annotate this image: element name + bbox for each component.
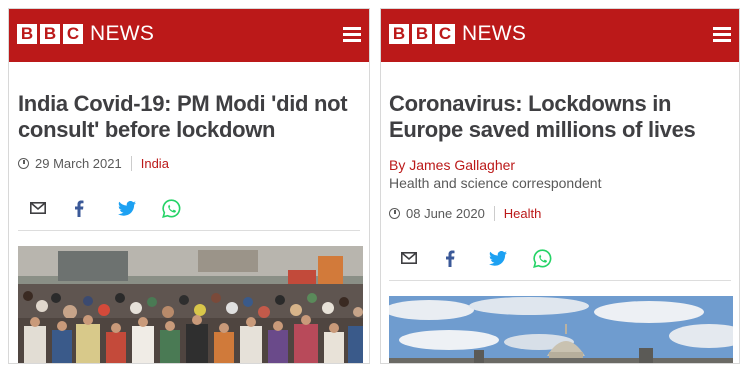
logo-news-text: NEWS <box>90 22 155 45</box>
whatsapp-icon[interactable] <box>533 248 577 268</box>
logo-letter-c: C <box>435 24 455 44</box>
article-headline: India Covid-19: PM Modi 'did not consult… <box>18 91 348 142</box>
article-meta: 29 March 2021 India <box>18 156 169 171</box>
bbc-news-header: B B C NEWS <box>381 9 739 62</box>
article-meta: 08 June 2020 Health <box>389 206 541 221</box>
logo-letter-c: C <box>63 24 83 44</box>
category-link[interactable]: India <box>141 156 169 171</box>
meta-divider <box>130 156 132 171</box>
logo-letter-b: B <box>412 24 432 44</box>
meta-divider <box>493 206 495 221</box>
twitter-icon[interactable] <box>489 248 533 268</box>
logo-letter-b: B <box>17 24 37 44</box>
article-photo <box>389 296 733 363</box>
article-date: 08 June 2020 <box>406 206 485 221</box>
left-article-card: B B C NEWS India Covid-19: PM Modi 'did … <box>8 8 370 364</box>
twitter-icon[interactable] <box>118 198 162 218</box>
category-link[interactable]: Health <box>504 206 542 221</box>
hamburger-menu-icon[interactable] <box>343 27 361 43</box>
logo-news-text: NEWS <box>462 22 527 45</box>
bbc-news-logo[interactable]: B B C NEWS <box>17 22 155 45</box>
article-headline: Coronavirus: Lockdowns in Europe saved m… <box>389 91 696 142</box>
hamburger-menu-icon[interactable] <box>713 27 731 43</box>
clock-icon <box>18 158 29 169</box>
facebook-icon[interactable] <box>74 198 118 218</box>
article-date: 29 March 2021 <box>35 156 122 171</box>
clock-icon <box>389 208 400 219</box>
share-tools <box>30 198 206 218</box>
email-icon[interactable] <box>401 248 445 268</box>
bbc-news-header: B B C NEWS <box>9 9 369 62</box>
author-byline[interactable]: By James Gallagher <box>389 157 515 173</box>
email-icon[interactable] <box>30 198 74 218</box>
divider <box>18 230 360 231</box>
logo-letter-b: B <box>389 24 409 44</box>
right-article-card: B B C NEWS Coronavirus: Lockdowns in Eur… <box>380 8 740 364</box>
author-role: Health and science correspondent <box>389 175 602 191</box>
bbc-news-logo[interactable]: B B C NEWS <box>389 22 527 45</box>
article-photo <box>18 246 363 363</box>
facebook-icon[interactable] <box>445 248 489 268</box>
share-tools <box>401 248 577 268</box>
divider <box>389 280 731 281</box>
whatsapp-icon[interactable] <box>162 198 206 218</box>
logo-letter-b: B <box>40 24 60 44</box>
